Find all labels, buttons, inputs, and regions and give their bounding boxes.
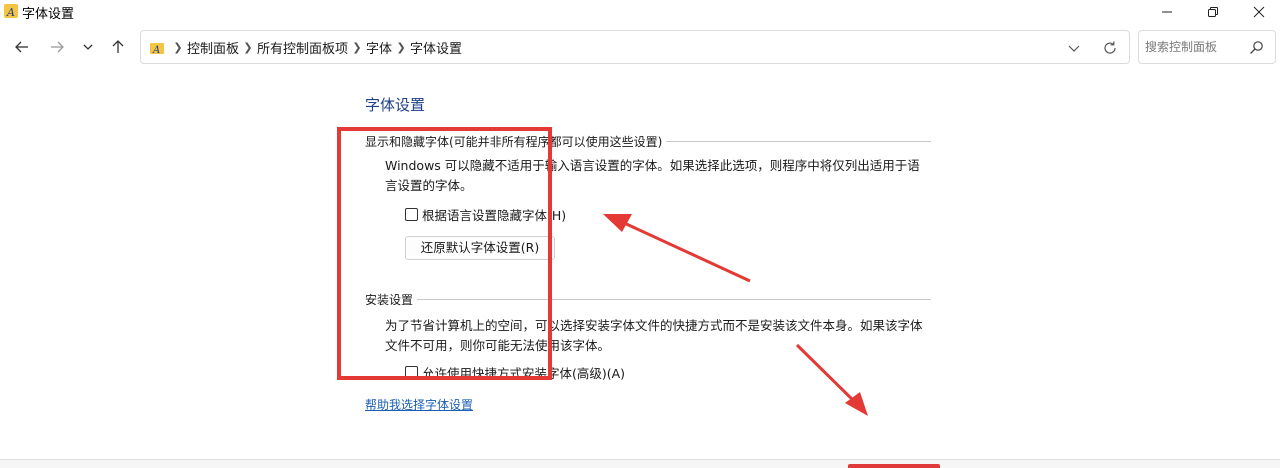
main-content: 字体设置 显示和隐藏字体(可能并非所有程序都可以使用这些设置) Windows … xyxy=(0,70,1280,460)
chevron-down-icon[interactable] xyxy=(1065,39,1083,57)
shortcut-install-checkbox-row[interactable]: 允许使用快捷方式安装字体(高级)(A) xyxy=(405,363,625,382)
group-divider xyxy=(365,299,931,300)
back-button[interactable] xyxy=(10,36,34,58)
navigation-bar: A ❯ 控制面板 ❯ 所有控制面板项 ❯ 字体 ❯ 字体设置 xyxy=(0,24,1280,70)
breadcrumb: ❯ 控制面板 ❯ 所有控制面板项 ❯ 字体 ❯ 字体设置 xyxy=(169,31,462,63)
svg-text:A: A xyxy=(152,45,160,56)
restore-window-icon xyxy=(1208,7,1218,17)
hide-fonts-checkbox-row[interactable]: 根据语言设置隐藏字体(H) xyxy=(405,205,566,224)
address-bar[interactable]: A ❯ 控制面板 ❯ 所有控制面板项 ❯ 字体 ❯ 字体设置 xyxy=(140,30,1130,64)
install-settings-description: 为了节省计算机上的空间，可以选择安装字体文件的快捷方式而不是安装该文件本身。如果… xyxy=(385,318,923,353)
breadcrumb-separator-icon[interactable]: ❯ xyxy=(348,41,366,54)
breadcrumb-separator-icon[interactable]: ❯ xyxy=(239,41,257,54)
help-choose-font-settings-link[interactable]: 帮助我选择字体设置 xyxy=(365,396,473,413)
chevron-down-icon xyxy=(83,44,93,50)
breadcrumb-font-settings[interactable]: 字体设置 xyxy=(410,38,462,57)
hide-fonts-checkbox-label[interactable]: 根据语言设置隐藏字体(H) xyxy=(422,205,566,224)
bottom-bar xyxy=(0,459,1280,468)
title-bar: A 字体设置 xyxy=(0,0,1280,24)
arrow-up-icon xyxy=(112,40,124,53)
search-box[interactable] xyxy=(1138,30,1276,64)
restore-default-font-settings-button[interactable]: 还原默认字体设置(R) xyxy=(405,236,555,260)
recent-locations-button[interactable] xyxy=(76,36,100,58)
forward-button[interactable] xyxy=(45,36,69,58)
close-icon xyxy=(1253,6,1265,18)
search-input[interactable] xyxy=(1145,38,1245,56)
shortcut-install-checkbox[interactable] xyxy=(405,366,418,379)
refresh-icon[interactable] xyxy=(1101,39,1119,57)
svg-text:A: A xyxy=(6,6,15,18)
minimize-icon xyxy=(1162,11,1172,13)
search-icon[interactable] xyxy=(1249,40,1264,55)
page-title: 字体设置 xyxy=(365,96,426,114)
breadcrumb-control-panel[interactable]: 控制面板 xyxy=(187,38,239,57)
close-button[interactable] xyxy=(1236,0,1280,24)
show-hide-fonts-heading: 显示和隐藏字体(可能并非所有程序都可以使用这些设置) xyxy=(365,133,667,150)
breadcrumb-fonts[interactable]: 字体 xyxy=(366,38,392,57)
fonts-folder-icon: A xyxy=(150,43,164,56)
breadcrumb-all-items[interactable]: 所有控制面板项 xyxy=(257,38,348,57)
breadcrumb-separator-icon[interactable]: ❯ xyxy=(169,41,187,54)
shortcut-install-checkbox-label[interactable]: 允许使用快捷方式安装字体(高级)(A) xyxy=(422,363,625,382)
restore-window-button[interactable] xyxy=(1190,0,1236,24)
ok-button-partial[interactable] xyxy=(848,464,940,468)
arrow-right-icon xyxy=(51,41,64,53)
breadcrumb-separator-icon[interactable]: ❯ xyxy=(392,41,410,54)
show-hide-fonts-description: Windows 可以隐藏不适用于输入语言设置的字体。如果选择此选项，则程序中将仅… xyxy=(385,158,920,193)
fonts-app-icon: A xyxy=(4,4,18,18)
arrow-left-icon xyxy=(15,41,28,53)
hide-fonts-checkbox[interactable] xyxy=(405,208,418,221)
up-button[interactable] xyxy=(106,36,130,58)
window-title: 字体设置 xyxy=(22,7,75,22)
minimize-button[interactable] xyxy=(1144,0,1190,24)
install-settings-heading: 安装设置 xyxy=(365,291,418,308)
